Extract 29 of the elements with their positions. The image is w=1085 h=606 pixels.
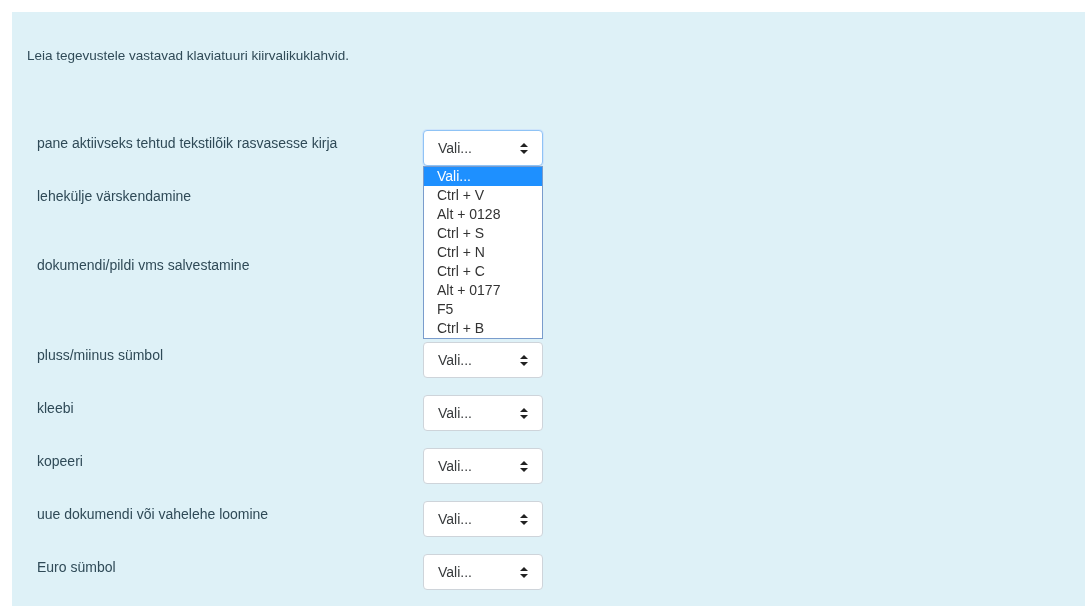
dropdown-option[interactable]: Ctrl + B [424, 319, 542, 339]
select-field[interactable]: Vali... [423, 342, 543, 379]
question-label: pane aktiivseks tehtud tekstilõik rasvasesse kirja [37, 134, 339, 154]
select-field[interactable]: Vali... [423, 554, 543, 591]
dropdown-option[interactable]: Alt + 0177 [424, 281, 542, 301]
sort-arrows-icon [520, 460, 528, 472]
dropdown-option[interactable]: Ctrl + S [424, 224, 542, 244]
question-label: dokumendi/pildi vms salvestamine [37, 256, 251, 276]
select-field[interactable]: Vali... [423, 130, 543, 167]
select-field[interactable]: Vali... [423, 448, 543, 485]
question-label: uue dokumendi või vahelehe loomine [37, 505, 270, 525]
sort-arrows-icon [520, 566, 528, 578]
question-label: pluss/miinus sümbol [37, 346, 165, 366]
sort-arrows-icon [520, 513, 528, 525]
select-field[interactable]: Vali... [423, 501, 543, 538]
question-label: kleebi [37, 399, 75, 419]
sort-arrows-icon [520, 354, 528, 366]
dropdown-option[interactable]: Ctrl + N [424, 243, 542, 263]
question-label: lehekülje värskendamine [37, 187, 193, 207]
question-label: kopeeri [37, 452, 84, 472]
select-field[interactable]: Vali... [423, 395, 543, 432]
question-label: Euro sümbol [37, 558, 117, 578]
instruction-text: Leia tegevustele vastavad klaviatuuri kiirvalikuklahvid. [27, 47, 350, 65]
dropdown-option[interactable]: F5 [424, 300, 542, 320]
dropdown-option[interactable]: Ctrl + C [424, 262, 542, 282]
sort-arrows-icon [520, 142, 528, 154]
dropdown-option[interactable]: Alt + 0128 [424, 205, 542, 225]
sort-arrows-icon [520, 407, 528, 419]
dropdown-option[interactable]: Ctrl + V [424, 186, 542, 206]
